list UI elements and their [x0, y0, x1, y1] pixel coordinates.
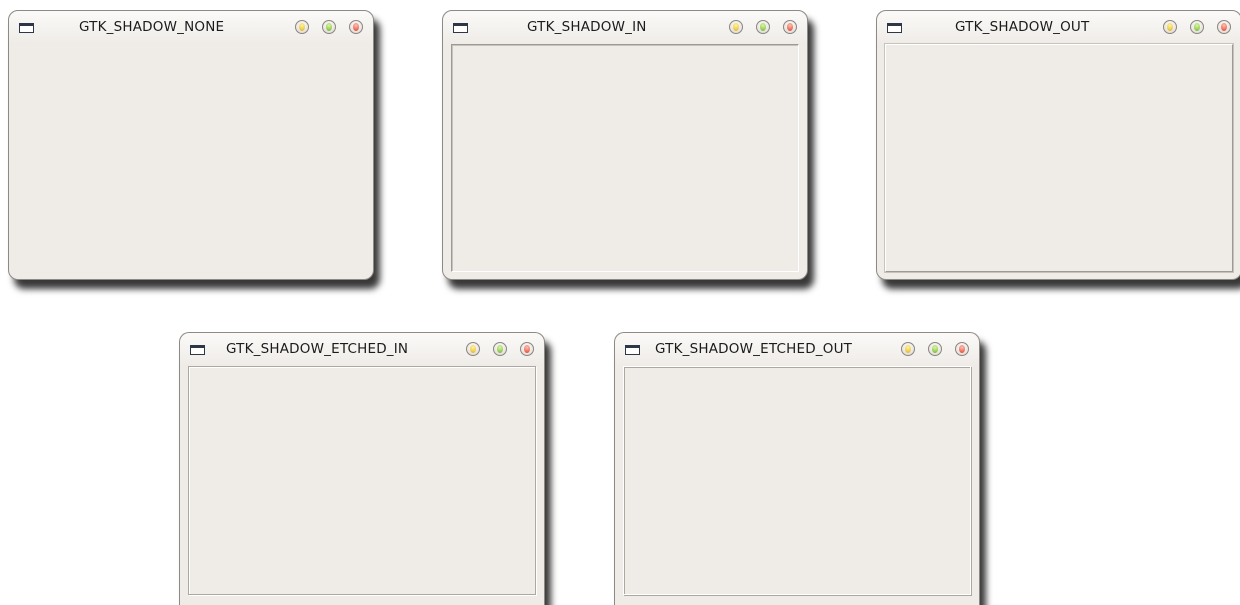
window-shadow-none: GTK_SHADOW_NONE [8, 10, 374, 280]
window-shadow-in: GTK_SHADOW_IN [442, 10, 808, 280]
window-shadow-etched-out: GTK_SHADOW_ETCHED_OUT [614, 332, 980, 605]
minimize-icon[interactable] [729, 20, 743, 34]
window-title: GTK_SHADOW_IN [527, 19, 647, 35]
window-title: GTK_SHADOW_ETCHED_OUT [655, 341, 853, 357]
window-icon[interactable] [453, 23, 468, 33]
window-shadow-out: GTK_SHADOW_OUT [876, 10, 1240, 280]
minimize-icon[interactable] [295, 20, 309, 34]
close-icon[interactable] [783, 20, 797, 34]
frame-shadow-in [451, 44, 799, 272]
frame-etched-in [188, 366, 536, 595]
maximize-icon[interactable] [756, 20, 770, 34]
frame-etched-out [623, 366, 971, 595]
close-icon[interactable] [955, 342, 969, 356]
window-icon[interactable] [625, 345, 640, 355]
maximize-icon[interactable] [1190, 20, 1204, 34]
maximize-icon[interactable] [493, 342, 507, 356]
minimize-icon[interactable] [901, 342, 915, 356]
window-title: GTK_SHADOW_NONE [79, 19, 225, 35]
maximize-icon[interactable] [322, 20, 336, 34]
window-icon[interactable] [887, 23, 902, 33]
close-icon[interactable] [520, 342, 534, 356]
frame-shadow-out [885, 44, 1233, 272]
window-shadow-etched-in: GTK_SHADOW_ETCHED_IN [179, 332, 545, 605]
window-icon[interactable] [190, 345, 205, 355]
window-title: GTK_SHADOW_OUT [955, 19, 1090, 35]
minimize-icon[interactable] [466, 342, 480, 356]
window-title: GTK_SHADOW_ETCHED_IN [226, 341, 409, 357]
window-icon[interactable] [19, 23, 34, 33]
maximize-icon[interactable] [928, 342, 942, 356]
close-icon[interactable] [1217, 20, 1231, 34]
minimize-icon[interactable] [1163, 20, 1177, 34]
close-icon[interactable] [349, 20, 363, 34]
